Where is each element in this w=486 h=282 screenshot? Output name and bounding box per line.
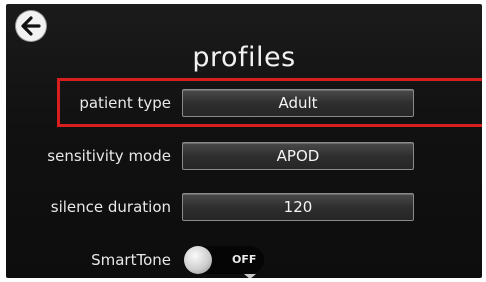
page-title: profiles bbox=[192, 42, 296, 73]
patient-type-field[interactable]: Adult bbox=[182, 89, 414, 117]
toggle-state: OFF bbox=[232, 253, 257, 266]
device-screen: profiles patient type Adult sensitivity … bbox=[6, 4, 482, 278]
smarttone-label: SmartTone bbox=[91, 251, 171, 269]
patient-type-label: patient type bbox=[79, 94, 171, 112]
scroll-down-icon[interactable] bbox=[244, 274, 256, 278]
smarttone-toggle[interactable]: OFF bbox=[184, 246, 264, 274]
silence-duration-label: silence duration bbox=[50, 198, 171, 216]
sensitivity-mode-label: sensitivity mode bbox=[47, 147, 171, 165]
sensitivity-mode-field[interactable]: APOD bbox=[182, 142, 414, 170]
toggle-knob bbox=[184, 246, 212, 274]
back-button[interactable] bbox=[16, 11, 46, 41]
silence-duration-field[interactable]: 120 bbox=[182, 193, 414, 221]
